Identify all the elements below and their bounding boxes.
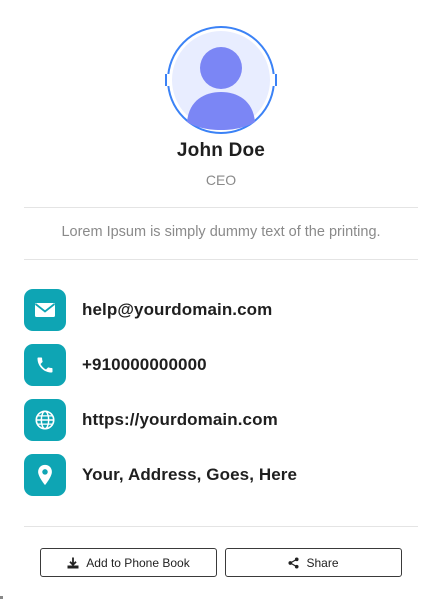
profile-bio: Lorem Ipsum is simply dummy text of the … <box>61 224 381 240</box>
address-text: Your, Address, Goes, Here <box>82 465 298 484</box>
share-icon <box>288 557 300 568</box>
contact-email[interactable]: help@yourdomain.com <box>24 289 272 331</box>
divider <box>24 259 418 260</box>
add-to-phone-book-button[interactable]: Add to Phone Book <box>40 548 217 577</box>
phone-icon <box>24 344 66 386</box>
divider <box>24 526 418 527</box>
phone-text[interactable]: +910000000000 <box>82 355 207 375</box>
profile-name: John Doe <box>176 140 266 161</box>
share-button[interactable]: Share <box>225 548 402 577</box>
globe-icon <box>24 399 66 441</box>
corner-mark <box>0 596 3 599</box>
profile-avatar <box>165 24 277 136</box>
download-icon <box>67 557 79 568</box>
contact-website[interactable]: https://yourdomain.com <box>24 399 278 441</box>
envelope-icon <box>24 289 66 331</box>
add-to-phone-book-label: Add to Phone Book <box>86 555 190 570</box>
profile-title: CEO <box>205 172 237 188</box>
contact-address[interactable]: Your, Address, Goes, Here <box>24 454 297 496</box>
contact-phone[interactable]: +910000000000 <box>24 344 207 386</box>
email-text[interactable]: help@yourdomain.com <box>82 300 272 320</box>
user-avatar-icon <box>165 26 277 134</box>
map-pin-icon <box>24 454 66 496</box>
divider <box>24 207 418 208</box>
share-label: Share <box>306 555 339 570</box>
website-text[interactable]: https://yourdomain.com <box>82 410 278 430</box>
